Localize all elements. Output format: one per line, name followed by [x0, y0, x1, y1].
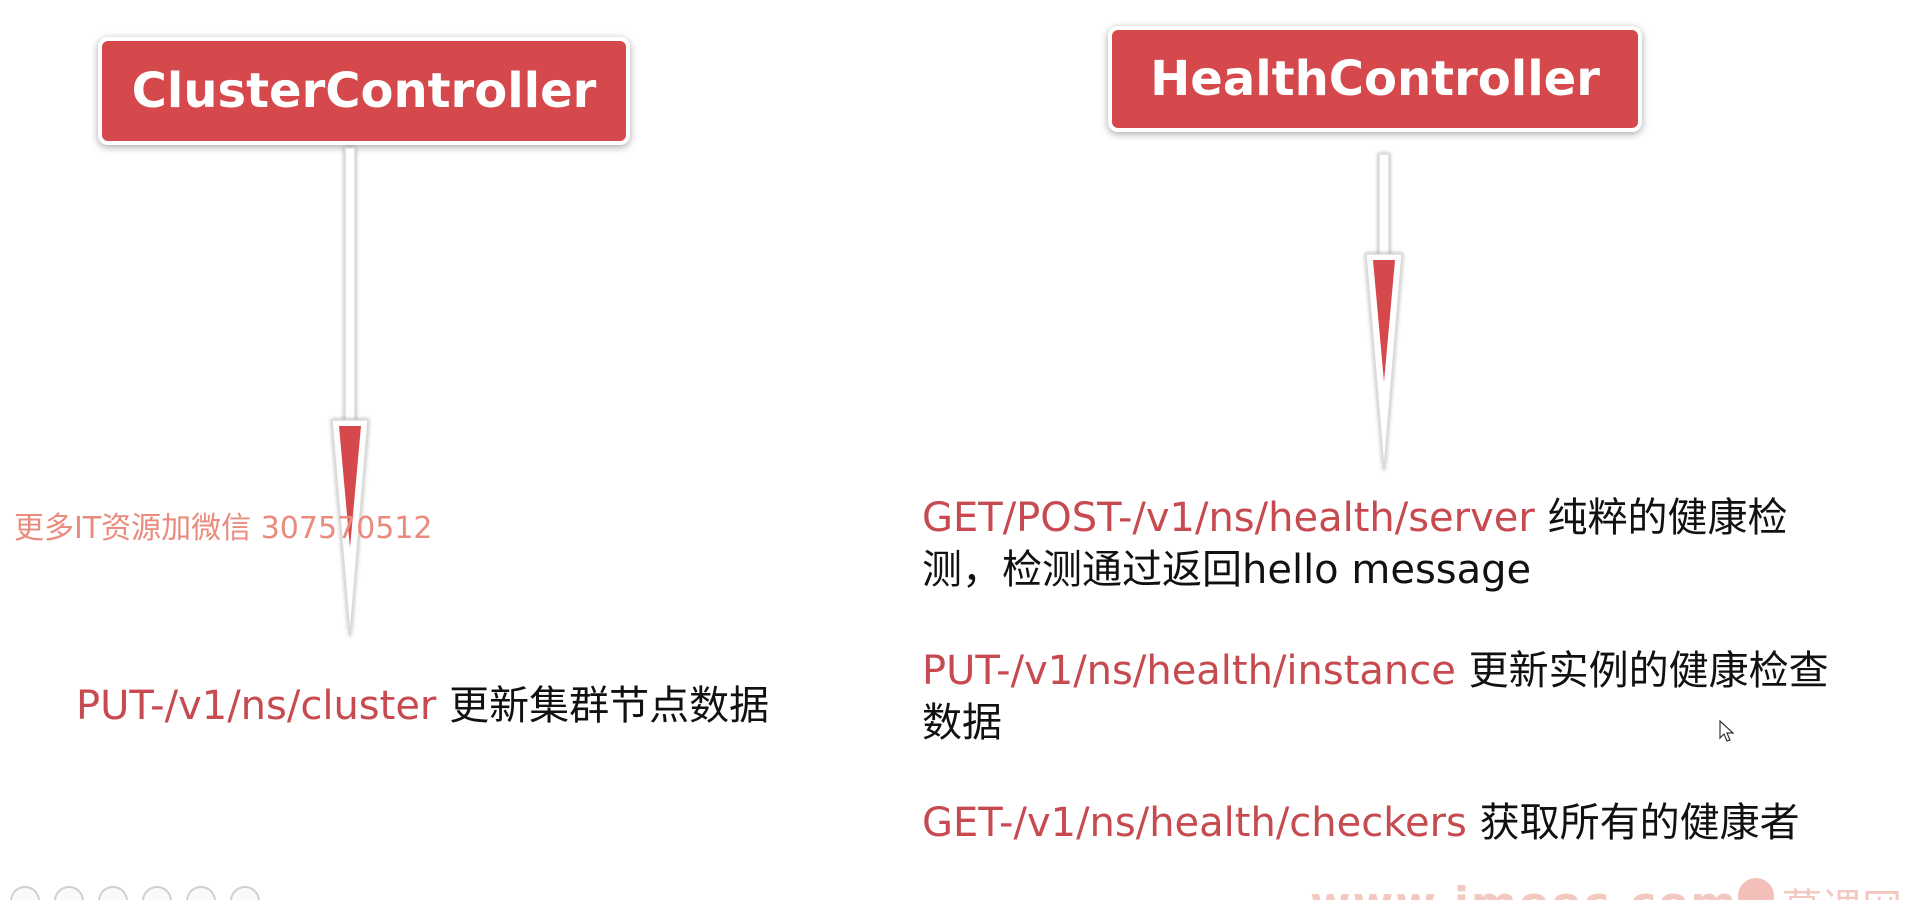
toolbar-tool-icon[interactable]: [186, 886, 216, 900]
endpoint-health-checkers: GET-/v1/ns/health/checkers 获取所有的健康者: [922, 797, 1842, 849]
endpoint-description: 获取所有的健康者: [1466, 800, 1800, 846]
brand-logo-icon: [1738, 878, 1774, 900]
endpoint-path: GET-/v1/ns/health/checkers: [922, 800, 1467, 846]
brand-name: 慕课网: [1782, 876, 1902, 900]
health-controller-box: HealthController: [1108, 26, 1642, 132]
presentation-toolbar: [10, 886, 260, 900]
toolbar-tool-icon[interactable]: [98, 886, 128, 900]
arrow-down-icon: [1365, 153, 1403, 471]
arrow-down-icon: [331, 147, 369, 637]
endpoint-path: PUT-/v1/ns/health/instance: [922, 648, 1456, 694]
endpoint-health-server: GET/POST-/v1/ns/health/server 纯粹的健康检测，检测…: [922, 492, 1842, 596]
endpoint-path: GET/POST-/v1/ns/health/server: [922, 495, 1535, 541]
cluster-controller-box: ClusterController: [98, 37, 630, 145]
toolbar-tool-icon[interactable]: [10, 886, 40, 900]
endpoint-description: 更新集群节点数据: [436, 683, 770, 729]
watermark-text: 更多IT资源加微信 307570512: [14, 511, 433, 546]
endpoint-health-instance: PUT-/v1/ns/health/instance 更新实例的健康检查数据: [922, 645, 1842, 749]
site-watermark: www.imooc.com: [1310, 878, 1738, 900]
toolbar-tool-icon[interactable]: [142, 886, 172, 900]
diagram-canvas: ClusterController HealthController 更多IT资…: [0, 0, 1920, 900]
endpoint-cluster: PUT-/v1/ns/cluster 更新集群节点数据: [76, 680, 866, 732]
toolbar-tool-icon[interactable]: [230, 886, 260, 900]
endpoint-path: PUT-/v1/ns/cluster: [76, 683, 437, 729]
cursor-icon: [1719, 720, 1735, 742]
toolbar-tool-icon[interactable]: [54, 886, 84, 900]
